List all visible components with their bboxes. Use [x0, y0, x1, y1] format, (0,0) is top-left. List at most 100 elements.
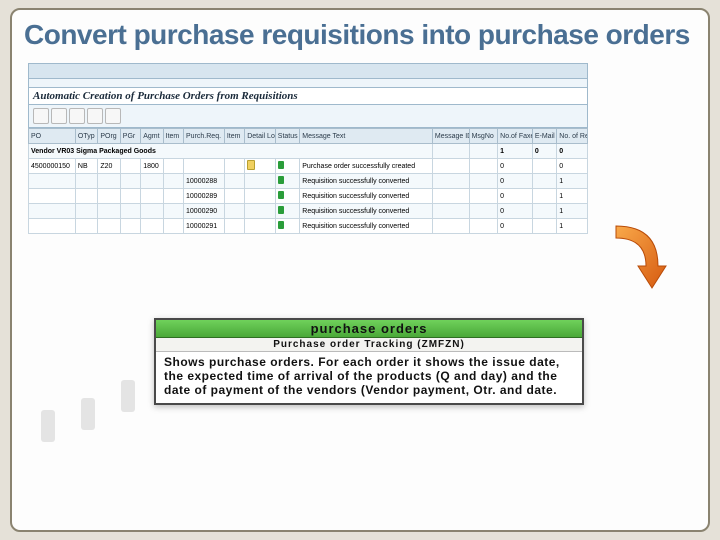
vendor-cell: [469, 144, 498, 159]
col-pgr: PGr: [120, 129, 140, 144]
col-msgid: Message ID: [432, 129, 469, 144]
vendor-cell: [432, 144, 469, 159]
table-row: 10000291 Requisition successfully convert…: [29, 219, 588, 234]
cell: [29, 219, 76, 234]
col-faxes: No.of Faxes: [498, 129, 533, 144]
table-row: 10000290Requisition successfully convert…: [29, 204, 588, 219]
cell: [98, 189, 120, 204]
cell: [75, 219, 97, 234]
cell: [120, 204, 140, 219]
cell: [141, 174, 163, 189]
cell: 1: [557, 204, 588, 219]
cell: [141, 204, 163, 219]
sap-toolbar: [28, 105, 588, 128]
table-row: 10000288Requisition successfully convert…: [29, 174, 588, 189]
cell: [98, 204, 120, 219]
cell: [141, 189, 163, 204]
col-otyp: OTyp: [75, 129, 97, 144]
cell: NB: [75, 159, 97, 174]
cell: [75, 174, 97, 189]
status-success-icon: [278, 191, 284, 199]
cell: [120, 159, 140, 174]
cell: [532, 189, 556, 204]
cell: [29, 174, 76, 189]
status-success-icon: [278, 176, 284, 184]
cell: [163, 219, 183, 234]
cell: [163, 204, 183, 219]
cell: [469, 219, 498, 234]
cell: [29, 189, 76, 204]
background-shapes: [37, 370, 147, 460]
sap-menubar: [28, 79, 588, 88]
col-purchreq: Purch.Req.: [184, 129, 225, 144]
cell: [469, 174, 498, 189]
col-msgtext: Message Text: [300, 129, 433, 144]
cell: 10000291: [184, 219, 225, 234]
col-status: Status: [275, 129, 299, 144]
callout-subtitle: Purchase order Tracking (ZMFZN): [156, 338, 582, 352]
status-success-icon: [278, 161, 284, 169]
cell: [184, 159, 225, 174]
cell: [120, 189, 140, 204]
col-email: E-Mail: [532, 129, 556, 144]
cell: [275, 219, 299, 234]
cell: 0: [557, 159, 588, 174]
cell: Purchase order successfully created: [300, 159, 433, 174]
col-porg: POrg: [98, 129, 120, 144]
vendor-email: 0: [532, 144, 556, 159]
col-po: PO: [29, 129, 76, 144]
callout-body: Shows purchase orders. For each order it…: [156, 352, 582, 403]
table-row: 4500000150NBZ201800Purchase order succes…: [29, 159, 588, 174]
callout-title: purchase orders: [156, 320, 582, 338]
cell: 0: [498, 174, 533, 189]
cell: [469, 189, 498, 204]
cell: 4500000150: [29, 159, 76, 174]
cell: [120, 174, 140, 189]
cell: [98, 219, 120, 234]
toolbar-btn-4[interactable]: [87, 108, 103, 124]
toolbar-btn-2[interactable]: [51, 108, 67, 124]
cell: [224, 204, 244, 219]
cell: [275, 204, 299, 219]
sap-window-title: Automatic Creation of Purchase Orders fr…: [28, 88, 588, 105]
status-success-icon: [278, 206, 284, 214]
table-header-row: PO OTyp POrg PGr Agmt Item Purch.Req. It…: [29, 129, 588, 144]
cell: [29, 204, 76, 219]
cell: [98, 174, 120, 189]
col-item-b: Item: [224, 129, 244, 144]
cell: [245, 204, 276, 219]
cell: 1800: [141, 159, 163, 174]
cell: Requisition successfully converted: [300, 219, 433, 234]
cell: 0: [498, 204, 533, 219]
cell: [532, 159, 556, 174]
cell: [432, 159, 469, 174]
cell: [224, 174, 244, 189]
cell: [432, 204, 469, 219]
vendor-nreq: 0: [557, 144, 588, 159]
cell: [469, 204, 498, 219]
cell: 10000290: [184, 204, 225, 219]
toolbar-btn-1[interactable]: [33, 108, 49, 124]
table-row: 10000289Requisition successfully convert…: [29, 189, 588, 204]
col-msgno: MsgNo: [469, 129, 498, 144]
cell: [275, 159, 299, 174]
toolbar-btn-5[interactable]: [105, 108, 121, 124]
cell: [163, 189, 183, 204]
cell: [224, 219, 244, 234]
cell: [163, 159, 183, 174]
vendor-label: Vendor VR03 Sigma Packaged Goods: [29, 144, 433, 159]
col-detail: Detail Log: [245, 129, 276, 144]
arrow-graphic: [608, 220, 668, 300]
toolbar-btn-3[interactable]: [69, 108, 85, 124]
cell: [275, 174, 299, 189]
cell: 10000288: [184, 174, 225, 189]
status-success-icon: [278, 221, 284, 229]
cell: 0: [498, 219, 533, 234]
cell: [275, 189, 299, 204]
callout-box: purchase orders Purchase order Tracking …: [154, 318, 584, 405]
cell: [75, 189, 97, 204]
cell: [245, 159, 276, 174]
sap-header-bar: [28, 63, 588, 79]
cell: [163, 174, 183, 189]
cell: [532, 174, 556, 189]
